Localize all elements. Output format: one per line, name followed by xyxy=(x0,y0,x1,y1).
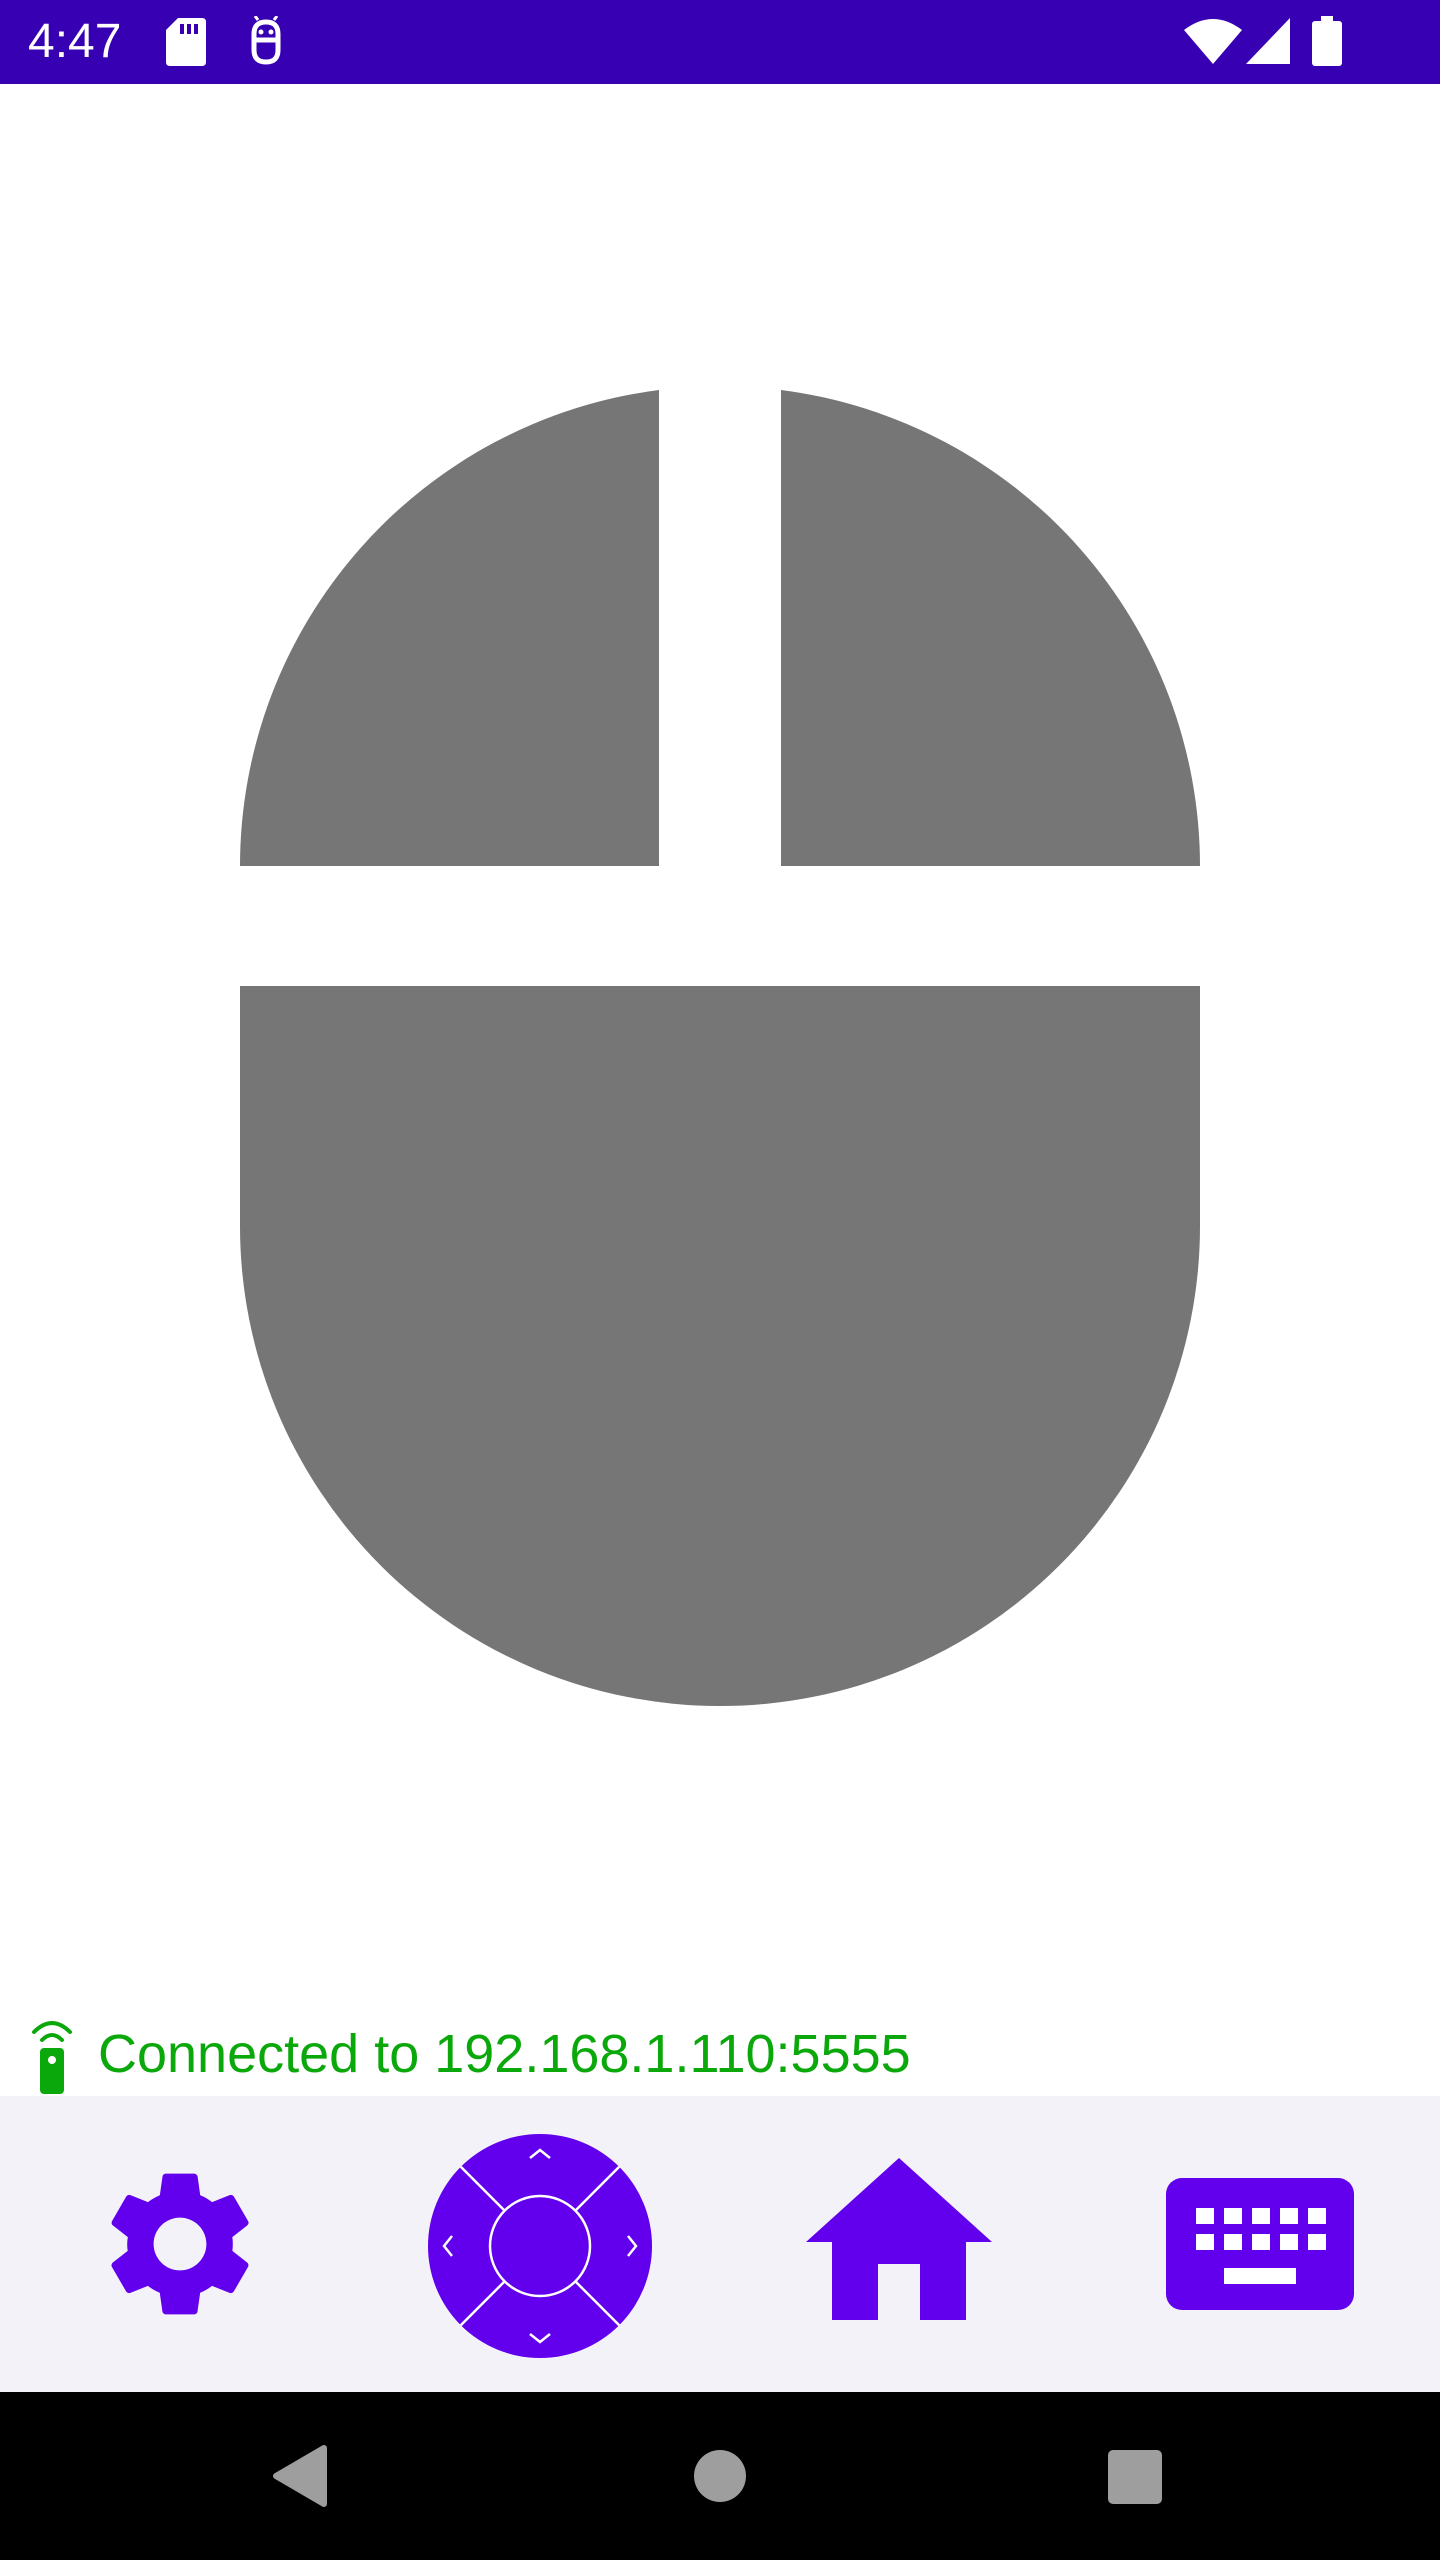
bottom-toolbar xyxy=(0,2096,1440,2392)
connection-text: Connected to 192.168.1.110:5555 xyxy=(98,2024,911,2084)
left-mouse-button[interactable] xyxy=(240,390,659,866)
system-nav-bar xyxy=(0,2392,1440,2560)
recents-icon[interactable] xyxy=(1108,2450,1162,2504)
home-icon[interactable] xyxy=(806,2158,992,2320)
back-icon[interactable] xyxy=(270,2444,328,2508)
cellular-signal-icon xyxy=(1246,18,1290,64)
status-bar: 4:47 xyxy=(0,0,1440,84)
connection-status: Connected to 192.168.1.110:5555 xyxy=(0,2006,1440,2096)
touchpad-area[interactable] xyxy=(240,986,1200,1706)
battery-icon xyxy=(1312,16,1342,66)
keyboard-icon[interactable] xyxy=(1166,2178,1354,2310)
android-debug-icon xyxy=(251,16,281,65)
sd-card-icon xyxy=(166,18,206,66)
mouse-area xyxy=(0,84,1440,1984)
wifi-icon xyxy=(1184,19,1242,64)
dpad-icon[interactable] xyxy=(426,2132,654,2360)
gear-icon[interactable] xyxy=(92,2154,268,2334)
right-mouse-button[interactable] xyxy=(781,390,1200,866)
home-circle-icon[interactable] xyxy=(692,2448,748,2504)
status-time: 4:47 xyxy=(28,15,122,68)
remote-connection-icon xyxy=(32,2021,72,2094)
